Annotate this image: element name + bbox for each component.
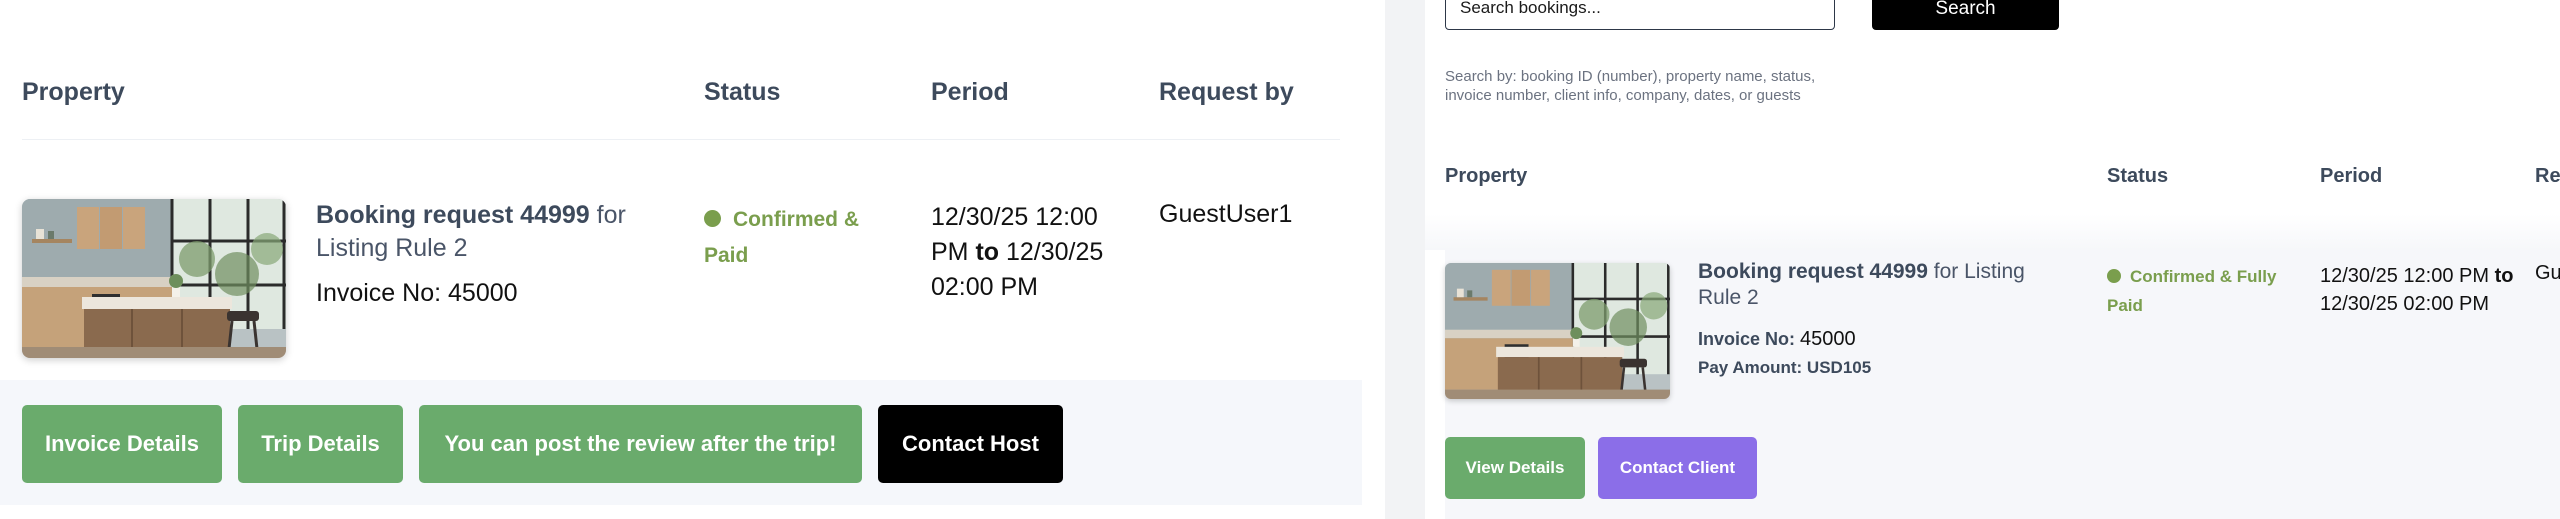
contact-host-button[interactable]: Contact Host xyxy=(878,405,1063,483)
view-details-button[interactable]: View Details xyxy=(1445,437,1585,499)
status-dot-icon xyxy=(2107,269,2121,283)
booking-period: 12/30/25 12:00 PM to 12/30/25 02:00 PM xyxy=(931,200,1141,305)
trip-details-button[interactable]: Trip Details xyxy=(238,405,403,483)
booking-period: 12/30/25 12:00 PM to 12/30/25 02:00 PM xyxy=(2320,262,2520,318)
table-header: Property Status Period Requ xyxy=(1445,163,2560,215)
period-separator: to xyxy=(968,238,1006,266)
pay-amount: Pay Amount: USD105 xyxy=(1698,358,1872,377)
period-separator: to xyxy=(2489,265,2514,287)
table-row: Booking request 44999 for Listing Rule 2… xyxy=(1425,214,2560,519)
requested-by: GuestUser1 xyxy=(1159,200,1293,228)
property-image[interactable] xyxy=(1445,263,1670,399)
booking-request-number: Booking request 44999 xyxy=(1698,260,1928,283)
status-dot-icon xyxy=(704,210,721,227)
column-header-period: Period xyxy=(2320,165,2383,187)
column-header-request-by: Request by xyxy=(1159,78,1294,106)
column-header-property: Property xyxy=(22,78,125,106)
column-header-property: Property xyxy=(1445,165,1528,187)
contact-client-button[interactable]: Contact Client xyxy=(1598,437,1757,499)
requested-by: Gues xyxy=(2535,262,2560,284)
booking-actions: Invoice Details Trip Details You can pos… xyxy=(0,380,1362,505)
invoice-value: 45000 xyxy=(1800,328,1856,350)
booking-title[interactable]: Booking request 44999 for Listing Rule 2 xyxy=(1698,259,2068,311)
booking-request-number: Booking request 44999 xyxy=(316,201,590,229)
invoice-label: Invoice No: xyxy=(1698,329,1801,349)
bookings-panel-right: Search bookings... Search Search by: boo… xyxy=(1425,0,2560,519)
status-text: Confirmed & Fully Paid xyxy=(2107,267,2277,315)
row-fade xyxy=(1425,214,2560,250)
column-header-status: Status xyxy=(2107,165,2169,187)
invoice-details-button[interactable]: Invoice Details xyxy=(22,405,222,483)
table-header: Property Status Period Request by xyxy=(22,78,1340,140)
booking-title[interactable]: Booking request 44999 for Listing Rule 2 xyxy=(316,199,696,265)
property-image[interactable] xyxy=(22,199,286,358)
review-notice-button[interactable]: You can post the review after the trip! xyxy=(419,405,862,483)
column-header-period: Period xyxy=(931,78,1009,106)
column-header-status: Status xyxy=(704,78,781,106)
search-button[interactable]: Search xyxy=(1872,0,2059,30)
bookings-panel-left: Property Status Period Request by Bookin… xyxy=(0,0,1385,519)
status-badge: Confirmed & Paid xyxy=(704,202,904,274)
panel-divider xyxy=(1385,0,1425,519)
invoice-number: Invoice No: 45000 xyxy=(316,279,518,307)
search-input[interactable]: Search bookings... xyxy=(1445,0,1835,30)
table-row: Booking request 44999 for Listing Rule 2… xyxy=(22,190,1340,370)
period-end: 12/30/25 02:00 PM xyxy=(2320,293,2490,315)
period-start: 12/30/25 12:00 PM xyxy=(2320,265,2490,287)
invoice-number: Invoice No: 45000 xyxy=(1698,328,1856,351)
column-header-request-by: Requ xyxy=(2535,165,2560,187)
search-help-text: Search by: booking ID (number), property… xyxy=(1445,68,1816,104)
status-text: Confirmed & Paid xyxy=(704,208,859,267)
status-badge: Confirmed & Fully Paid xyxy=(2107,262,2297,320)
